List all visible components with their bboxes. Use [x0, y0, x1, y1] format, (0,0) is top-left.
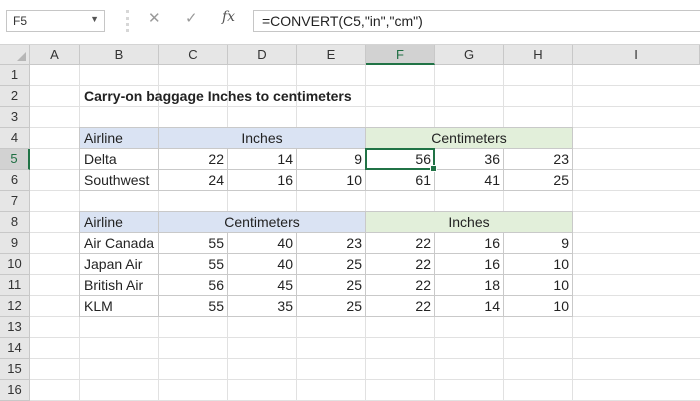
table1-header-group1[interactable]: Inches — [159, 128, 366, 149]
gridline — [30, 379, 700, 380]
column-header-b[interactable]: B — [80, 45, 159, 65]
row-header-11[interactable]: 11 — [0, 275, 30, 296]
table2-cell-value[interactable]: 18 — [435, 275, 504, 296]
table2-cell-value[interactable]: 56 — [159, 275, 228, 296]
table2-cell-value[interactable]: 40 — [228, 254, 297, 275]
table2-cell-airline[interactable]: British Air — [80, 275, 159, 296]
table2-cell-value[interactable]: 16 — [435, 233, 504, 254]
table2-cell-value[interactable]: 22 — [366, 233, 435, 254]
table1-cell-value[interactable]: 61 — [366, 170, 435, 191]
table2-cell-value[interactable]: 9 — [504, 233, 573, 254]
table2-cell-value[interactable]: 10 — [504, 296, 573, 317]
row-header-4[interactable]: 4 — [0, 128, 30, 149]
table2-cell-value[interactable]: 40 — [228, 233, 297, 254]
sheet-title[interactable]: Carry-on baggage Inches to centimeters — [80, 86, 366, 107]
table2-cell-value[interactable]: 55 — [159, 233, 228, 254]
table1-cell-value[interactable]: 14 — [228, 149, 297, 170]
table1-cell-value[interactable]: 16 — [228, 170, 297, 191]
table1-header-group2[interactable]: Centimeters — [366, 128, 573, 149]
table1-cell-value[interactable]: 25 — [504, 170, 573, 191]
row-header-8[interactable]: 8 — [0, 212, 30, 233]
table1-cell-value[interactable]: 10 — [297, 170, 366, 191]
formula-bar-grip[interactable] — [126, 10, 130, 32]
check-icon[interactable]: ✓ — [185, 9, 198, 27]
formula-bar-area: F5 ▼ ✕ ✓ fx =CONVERT(C5,"in","cm") — [0, 0, 700, 44]
row-header-9[interactable]: 9 — [0, 233, 30, 254]
table1-cell-value[interactable]: 9 — [297, 149, 366, 170]
row-header-3[interactable]: 3 — [0, 107, 30, 128]
table1-cell-value[interactable]: 22 — [159, 149, 228, 170]
table1-header-airline[interactable]: Airline — [80, 128, 159, 149]
row-header-5[interactable]: 5 — [0, 149, 30, 170]
table1-cell-value[interactable]: 41 — [435, 170, 504, 191]
table2-cell-value[interactable]: 55 — [159, 296, 228, 317]
column-header-g[interactable]: G — [435, 45, 504, 65]
column-header-h[interactable]: H — [504, 45, 573, 65]
table2-cell-value[interactable]: 22 — [366, 296, 435, 317]
table2-cell-airline[interactable]: Japan Air — [80, 254, 159, 275]
column-header-e[interactable]: E — [297, 45, 366, 65]
column-header-c[interactable]: C — [159, 45, 228, 65]
row-header-6[interactable]: 6 — [0, 170, 30, 191]
table2-header-group1[interactable]: Centimeters — [159, 212, 366, 233]
chevron-down-icon[interactable]: ▼ — [90, 14, 99, 24]
table1-cell-airline[interactable]: Southwest — [80, 170, 159, 191]
table2-cell-value[interactable]: 25 — [297, 296, 366, 317]
table1-cell-value[interactable]: 36 — [435, 149, 504, 170]
formula-input[interactable]: =CONVERT(C5,"in","cm") — [253, 10, 700, 32]
row-header-14[interactable]: 14 — [0, 338, 30, 359]
column-header-f[interactable]: F — [366, 45, 435, 65]
select-all-button[interactable] — [0, 45, 30, 65]
table2-cell-value[interactable]: 10 — [504, 254, 573, 275]
table2-cell-value[interactable]: 35 — [228, 296, 297, 317]
table2-cell-value[interactable]: 14 — [435, 296, 504, 317]
table1-cell-value[interactable]: 23 — [504, 149, 573, 170]
table2-header-airline[interactable]: Airline — [80, 212, 159, 233]
row-header-1[interactable]: 1 — [0, 65, 30, 86]
name-box[interactable]: F5 ▼ — [6, 10, 105, 32]
gridline — [30, 337, 700, 338]
insert-function-button[interactable]: fx — [222, 9, 235, 25]
gridline — [30, 358, 700, 359]
column-header-a[interactable]: A — [30, 45, 80, 65]
table2-cell-value[interactable]: 25 — [297, 275, 366, 296]
row-header-7[interactable]: 7 — [0, 191, 30, 212]
table2-cell-value[interactable]: 22 — [366, 275, 435, 296]
close-icon[interactable]: ✕ — [148, 9, 161, 27]
name-box-value: F5 — [13, 14, 28, 28]
row-header-2[interactable]: 2 — [0, 86, 30, 107]
row-header-16[interactable]: 16 — [0, 380, 30, 401]
table2-cell-value[interactable]: 10 — [504, 275, 573, 296]
table2-header-group2[interactable]: Inches — [366, 212, 573, 233]
table2-cell-airline[interactable]: Air Canada — [80, 233, 159, 254]
table2-cell-value[interactable]: 25 — [297, 254, 366, 275]
table1-cell-value[interactable]: 24 — [159, 170, 228, 191]
table1-cell-airline[interactable]: Delta — [80, 149, 159, 170]
spreadsheet-grid: ABCDEFGHI 1 2 3 4 5 6 7 8 9 10 11 12 13 14 15 16 Carry-… — [0, 45, 700, 401]
row-header-15[interactable]: 15 — [0, 359, 30, 380]
table1-cell-value[interactable]: 56 — [366, 149, 435, 170]
column-header-i[interactable]: I — [573, 45, 700, 65]
row-header-10[interactable]: 10 — [0, 254, 30, 275]
table2-cell-value[interactable]: 22 — [366, 254, 435, 275]
table2-cell-value[interactable]: 16 — [435, 254, 504, 275]
table2-cell-airline[interactable]: KLM — [80, 296, 159, 317]
table2-cell-value[interactable]: 23 — [297, 233, 366, 254]
row-header-12[interactable]: 12 — [0, 296, 30, 317]
table2-cell-value[interactable]: 45 — [228, 275, 297, 296]
column-header-d[interactable]: D — [228, 45, 297, 65]
row-header-13[interactable]: 13 — [0, 317, 30, 338]
table2-cell-value[interactable]: 55 — [159, 254, 228, 275]
